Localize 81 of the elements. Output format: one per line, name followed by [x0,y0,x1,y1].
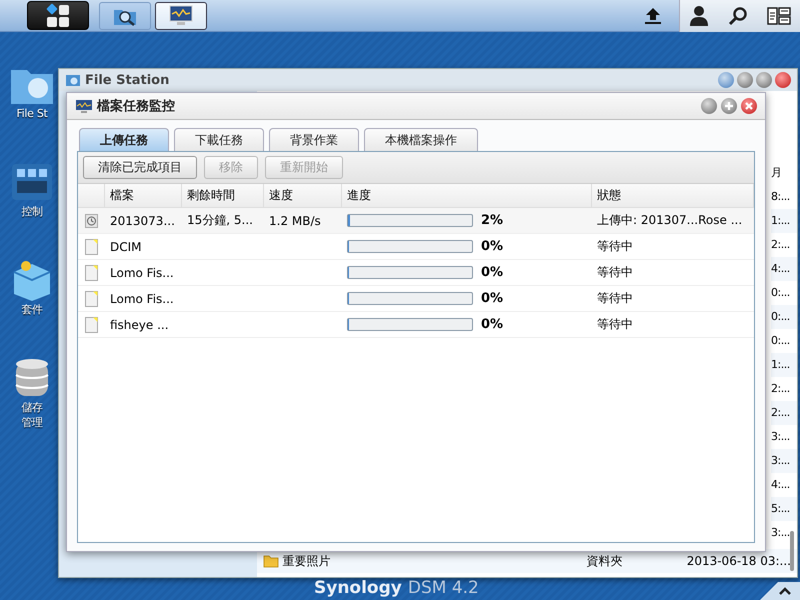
brand-version: DSM 4.2 [408,578,479,598]
close-button[interactable] [775,72,791,88]
progress-percent: 0% [481,239,504,254]
table-cell: 1.2 MB/s [269,214,321,228]
taskbar-app-button[interactable] [155,2,207,30]
file-icon [85,290,98,306]
table-cell: fisheye ... [110,318,169,332]
table-cell: 等待中 [597,317,633,331]
table-cell-text: 0:... [771,333,791,349]
table-cell: 等待中 [597,239,633,253]
monitor-icon [168,4,194,26]
desktop-icon-label: File St [16,106,48,121]
table-cell-text: 2:... [771,237,791,253]
table-cell: 15分鐘, 5... [187,213,253,227]
table-cell-text: 資料夾 [586,552,624,570]
table-cell: 1:... [771,209,797,233]
minimize-button[interactable] [737,72,753,88]
user-icon[interactable] [689,4,710,26]
column-header: 進度 [342,184,592,207]
file-icon [85,316,98,332]
table-cell: 2:... [771,401,797,425]
monitor-icon [75,98,93,114]
column-header: 狀態 [592,184,754,207]
tab[interactable]: 上傳任務 [79,128,169,151]
table-cell: Lomo Fis... [110,266,174,280]
tab[interactable]: 下載任務 [174,128,264,151]
table-cell: 2013-06-18 03:... [686,554,791,568]
window-title: File Station [85,72,170,88]
caret-up-icon[interactable] [760,580,800,600]
main-menu-button[interactable] [27,1,89,30]
column-header: 剩餘時間 [182,184,264,207]
close-icon [744,101,754,111]
table-cell: 5:... [771,497,797,521]
table-cell: 0:... [771,305,797,329]
file-icon [85,264,98,280]
table-cell-text: 0:... [771,285,791,301]
progress-percent: 0% [481,291,504,306]
table-cell-text: 3:... [771,429,791,445]
app-icon [65,72,81,88]
file-icon [85,238,98,254]
progress-percent: 0% [481,317,504,332]
tab[interactable]: 背景作業 [269,128,359,151]
desktop-icon-label: 控制 [21,204,43,219]
maximize-button[interactable] [721,98,737,114]
table-cell: 等待中 [597,265,633,279]
close-button[interactable] [741,98,757,114]
folder-icon [262,554,279,568]
column-header: 檔案 [105,184,182,207]
minimize-button[interactable] [701,98,717,114]
maximize-button[interactable] [756,72,772,88]
desktop-icon-label: 儲存 [21,400,43,415]
table-cell: 4:... [771,257,797,281]
table-cell: DCIM [110,240,142,254]
table-cell-text: 重要照片 [282,552,332,570]
taskbar-app-button[interactable] [99,2,151,30]
brand-name: Synology [314,578,402,598]
clock-icon [85,214,98,228]
desktop-icon-label: 套件 [21,302,43,317]
table-cell: 等待中 [597,291,633,305]
tab[interactable]: 本機檔案操作 [364,128,478,151]
progress-percent: 0% [481,265,504,280]
column-header: 月 [771,165,783,181]
dialog-title: 檔案任務監控 [97,98,175,115]
table-cell-text: 8:... [771,189,791,205]
table-cell: 2013073... [110,214,175,228]
table-cell: 3:... [771,449,797,473]
column-header: 速度 [264,184,342,207]
table-cell-text: 2:... [771,381,791,397]
plus-icon [724,101,734,111]
table-cell: 上傳中: 201307...Rose ... [597,213,742,227]
table-cell-text: 3:... [771,525,791,541]
progress-percent: 2% [481,213,504,228]
desktop-icon-label: 管理 [21,415,43,430]
table-cell: 1:... [771,353,797,377]
table-cell-text: 4:... [771,477,791,493]
widgets-icon[interactable] [766,6,791,26]
toolbar-button[interactable]: 清除已完成項目 [83,156,197,179]
table-cell: Lomo Fis... [110,292,174,306]
upload-icon[interactable] [643,6,663,26]
scrollbar[interactable] [790,531,794,571]
search-icon[interactable] [728,6,748,26]
